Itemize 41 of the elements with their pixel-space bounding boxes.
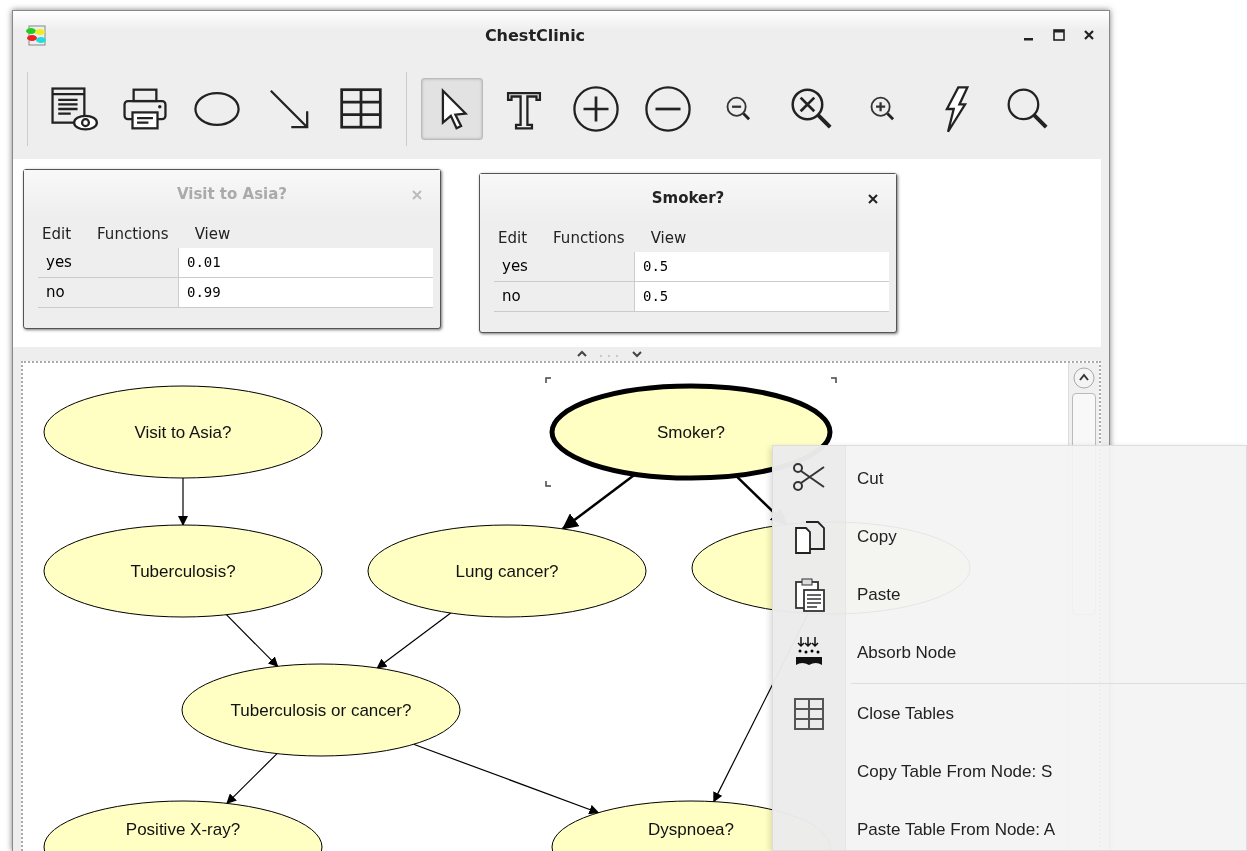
network-node[interactable]: Positive X-ray? bbox=[43, 800, 323, 851]
menu-item[interactable]: Functions bbox=[553, 229, 625, 247]
network-node[interactable]: Tuberculosis or cancer? bbox=[181, 663, 461, 757]
arrow bbox=[225, 614, 279, 667]
arrow bbox=[178, 477, 188, 526]
panel-title: Smoker? bbox=[651, 189, 725, 207]
menu-item[interactable]: Close Tables bbox=[773, 685, 1246, 743]
grid-icon bbox=[792, 696, 826, 732]
menu-item-label: Paste bbox=[856, 585, 901, 605]
menu-item[interactable]: Paste bbox=[773, 566, 1246, 624]
menu-item-label: Close Tables bbox=[856, 704, 955, 724]
network-node[interactable]: Smoker? bbox=[549, 383, 833, 481]
plus-circle-icon bbox=[571, 84, 621, 134]
menu-item-label: Copy bbox=[856, 527, 897, 547]
menu-item-label: Cut bbox=[856, 469, 884, 489]
value-cell[interactable]: 0.5 bbox=[634, 282, 889, 312]
menu-item[interactable]: Copy bbox=[773, 508, 1246, 566]
menu-item[interactable]: Copy Table From Node: S bbox=[773, 743, 1246, 801]
network-node[interactable]: Visit to Asia? bbox=[43, 385, 323, 479]
clipboard-icon bbox=[792, 577, 826, 613]
menu-item-label: Absorb Node bbox=[856, 643, 957, 663]
scroll-up-icon[interactable] bbox=[1073, 367, 1095, 389]
app-logo-icon bbox=[25, 24, 47, 46]
close-icon[interactable] bbox=[1083, 29, 1095, 41]
tool-button[interactable] bbox=[421, 78, 483, 140]
menu-item[interactable]: Absorb Node bbox=[773, 624, 1246, 682]
maximize-icon[interactable] bbox=[1053, 29, 1065, 41]
network-node[interactable]: Tuberculosis? bbox=[43, 524, 323, 618]
network-node[interactable]: Lung cancer? bbox=[367, 524, 647, 618]
arrow bbox=[226, 753, 278, 805]
value-cell[interactable]: 0.5 bbox=[634, 252, 889, 282]
document-eye-icon bbox=[48, 84, 98, 134]
menu-item[interactable]: View bbox=[650, 229, 687, 247]
panel-title: Visit to Asia? bbox=[176, 185, 288, 203]
menu-item-label: Paste Table From Node: A bbox=[856, 820, 1056, 840]
close-icon[interactable] bbox=[868, 194, 878, 204]
window-title: ChestClinic bbox=[483, 25, 587, 45]
menu-item-label: Copy Table From Node: S bbox=[856, 762, 1053, 782]
menu-item[interactable]: Edit bbox=[498, 229, 528, 247]
copy-icon bbox=[792, 519, 826, 555]
minus-circle-icon bbox=[643, 84, 693, 134]
